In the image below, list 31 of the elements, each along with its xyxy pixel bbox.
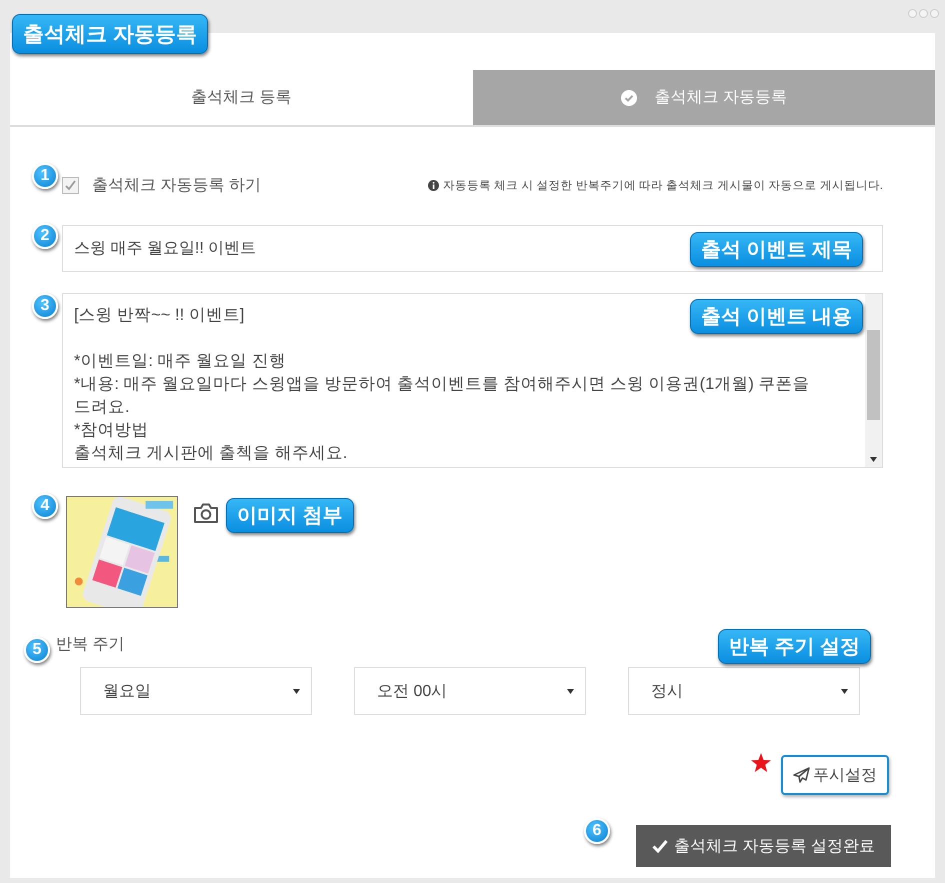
scrollbar[interactable] [865,294,882,467]
star-icon [750,752,772,774]
info-text: 자동등록 체크 시 설정한 반복주기에 따라 출석체크 게시물이 자동으로 게시됩니다. [443,178,883,192]
dropdown[interactable]: 오전 00시 [354,667,586,715]
callout-label: 출석 이벤트 내용 [690,299,864,334]
dropdown[interactable]: 월요일 [80,667,312,715]
text-line: *이벤트일: 매주 월요일 진행 [74,351,286,372]
window-controls-icon [908,9,939,18]
callout-label: 반복 주기 설정 [718,629,872,664]
checkbox-label: 출석체크 자동등록 하기 [92,176,261,196]
repeat-label: 반복 주기 [56,635,124,655]
save-settings-button[interactable]: 출석체크 자동등록 설정완료 [636,825,891,867]
caret-icon [840,688,849,694]
push-settings-button[interactable]: 푸시설정 [781,755,889,795]
text-line: [스윙 반짝~~ !! 이벤트] [74,305,244,326]
down-arrow-icon[interactable] [869,456,878,463]
check-circle-icon [620,90,637,106]
paper-plane-icon [793,767,810,783]
checkbox[interactable] [62,176,79,194]
text-line: *참여방법 [74,420,148,441]
check-icon [652,839,668,853]
caret-icon [292,688,301,694]
text-line: *내용: 매주 월요일마다 스윙앱을 방문하여 출석이벤트를 참여해주시면 스윙 이용권(1개월) 쿠폰을 드려요. [74,374,810,418]
text-line: 출석체크 게시판에 출첵을 해주세요. [74,443,348,464]
page-title: 출석체크 자동등록 [12,14,208,54]
callout-label: 출석 이벤트 제목 [690,232,864,267]
dropdown[interactable]: 정시 [628,667,860,715]
caret-icon [566,688,575,694]
callout-label: 이미지 첨부 [226,498,354,533]
camera-icon[interactable] [193,502,219,524]
info-icon [428,180,440,190]
